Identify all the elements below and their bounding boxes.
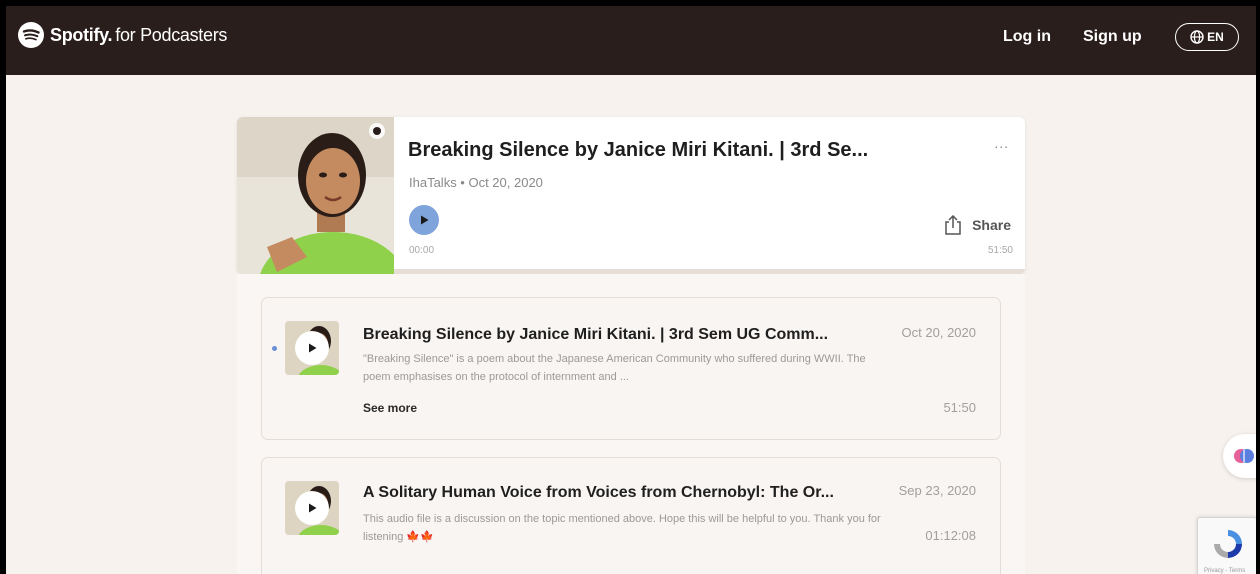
new-episode-indicator (272, 346, 277, 351)
share-label: Share (972, 217, 1011, 233)
share-button[interactable]: Share (944, 215, 1011, 235)
recaptcha-icon (1214, 530, 1242, 558)
episode-date: Sep 23, 2020 (898, 483, 976, 498)
recaptcha-badge[interactable]: Privacy - Terms (1197, 517, 1256, 574)
episode-title[interactable]: A Solitary Human Voice from Voices from … (363, 484, 834, 502)
logo-subtitle-text: for Podcasters (115, 24, 228, 45)
episode-duration: 51:50 (943, 400, 976, 415)
episode-date: Oct 20, 2020 (901, 325, 976, 340)
total-duration: 51:50 (987, 245, 1013, 256)
episode-thumbnail (285, 321, 339, 375)
episode-description: "Breaking Silence" is a poem about the J… (363, 353, 866, 383)
podcast-cover-art (237, 117, 394, 274)
brain-icon (1234, 449, 1254, 463)
episode-list-item[interactable]: A Solitary Human Voice from Voices from … (261, 457, 1001, 574)
language-selector-button[interactable]: EN (1175, 23, 1239, 51)
language-label: EN (1207, 30, 1224, 44)
globe-icon (1190, 30, 1204, 44)
top-navigation-bar: Spotify. for Podcasters Log in Sign up E… (6, 6, 1256, 75)
recaptcha-links[interactable]: Privacy - Terms (1204, 568, 1245, 574)
share-icon (945, 215, 961, 235)
episode-title: Breaking Silence by Janice Miri Kitani. … (408, 139, 869, 161)
play-icon (421, 215, 429, 225)
episode-thumbnail (285, 481, 339, 535)
more-options-button[interactable]: ... (994, 135, 1009, 151)
see-more-link[interactable]: See more (363, 401, 417, 415)
page-frame: Spotify. for Podcasters Log in Sign up E… (6, 6, 1256, 574)
episode-play-button[interactable] (295, 491, 329, 525)
spotify-for-podcasters-logo[interactable]: Spotify. for Podcasters (18, 22, 227, 48)
episode-title[interactable]: Breaking Silence by Janice Miri Kitani. … (363, 326, 828, 344)
login-link[interactable]: Log in (1003, 28, 1051, 46)
play-icon (309, 503, 317, 513)
floating-assistant-button[interactable] (1223, 434, 1256, 478)
signup-link[interactable]: Sign up (1083, 28, 1142, 46)
episode-description: This audio file is a discussion on the t… (363, 513, 881, 543)
play-button[interactable] (409, 205, 439, 235)
logo-brand-text: Spotify. (50, 24, 113, 45)
episode-meta: IhaTalks • Oct 20, 2020 (409, 175, 543, 190)
episode-list: Breaking Silence by Janice Miri Kitani. … (237, 274, 1025, 574)
episode-list-item[interactable]: Breaking Silence by Janice Miri Kitani. … (261, 297, 1001, 440)
play-icon (309, 343, 317, 353)
episode-header-card: Breaking Silence by Janice Miri Kitani. … (237, 117, 1025, 274)
current-time: 00:00 (409, 245, 435, 256)
spotify-logo-icon (18, 22, 44, 48)
episode-duration: 01:12:08 (925, 528, 976, 543)
episode-play-button[interactable] (295, 331, 329, 365)
